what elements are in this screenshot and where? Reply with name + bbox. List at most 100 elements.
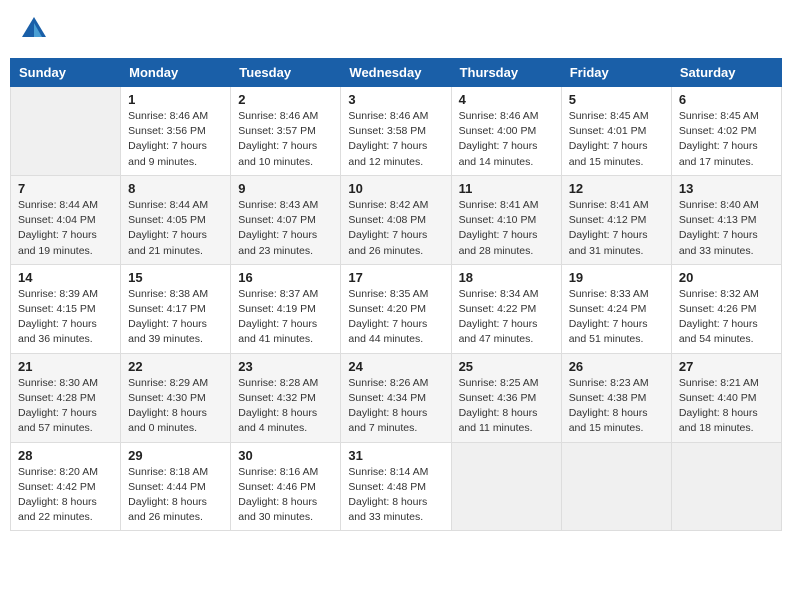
calendar-cell (561, 442, 671, 531)
calendar-cell (11, 87, 121, 176)
day-number: 8 (128, 181, 223, 196)
day-number: 15 (128, 270, 223, 285)
calendar-cell: 12 Sunrise: 8:41 AMSunset: 4:12 PMDayligh… (561, 175, 671, 264)
calendar-cell: 21Sunrise: 8:30 AMSunset: 4:28 PMDayligh… (11, 353, 121, 442)
calendar-cell: 6 Sunrise: 8:45 AMSunset: 4:02 PMDaylight… (671, 87, 781, 176)
day-info: Sunrise: 8:38 AMSunset: 4:17 PMDaylight:… (128, 287, 223, 348)
day-info: Sunrise: 8:45 AMSunset: 4:02 PMDaylight:… (679, 109, 774, 170)
day-info: Sunrise: 8:44 AMSunset: 4:04 PMDaylight:… (18, 198, 113, 259)
logo (20, 15, 50, 43)
calendar-week-row: 28 Sunrise: 8:20 AMSunset: 4:42 PMDayligh… (11, 442, 782, 531)
day-number: 3 (348, 92, 443, 107)
weekday-header: Saturday (671, 59, 781, 87)
calendar-cell: 27Sunrise: 8:21 AMSunset: 4:40 PMDayligh… (671, 353, 781, 442)
day-number: 6 (679, 92, 774, 107)
calendar-cell: 10 Sunrise: 8:42 AMSunset: 4:08 PMDayligh… (341, 175, 451, 264)
day-info: Sunrise: 8:42 AMSunset: 4:08 PMDaylight:… (348, 198, 443, 259)
calendar-cell: 30 Sunrise: 8:16 AMSunset: 4:46 PMDayligh… (231, 442, 341, 531)
day-info: Sunrise: 8:29 AMSunset: 4:30 PMDaylight:… (128, 376, 223, 437)
day-info: Sunrise: 8:16 AMSunset: 4:46 PMDaylight:… (238, 465, 333, 526)
calendar-cell: 7 Sunrise: 8:44 AMSunset: 4:04 PMDaylight… (11, 175, 121, 264)
calendar-cell: 13 Sunrise: 8:40 AMSunset: 4:13 PMDayligh… (671, 175, 781, 264)
weekday-row: SundayMondayTuesdayWednesdayThursdayFrid… (11, 59, 782, 87)
day-number: 30 (238, 448, 333, 463)
day-number: 28 (18, 448, 113, 463)
calendar-week-row: 1 Sunrise: 8:46 AMSunset: 3:56 PMDaylight… (11, 87, 782, 176)
day-info: Sunrise: 8:46 AMSunset: 3:56 PMDaylight:… (128, 109, 223, 170)
weekday-header: Monday (121, 59, 231, 87)
day-number: 11 (459, 181, 554, 196)
day-info: Sunrise: 8:46 AMSunset: 3:57 PMDaylight:… (238, 109, 333, 170)
day-number: 21 (18, 359, 113, 374)
weekday-header: Thursday (451, 59, 561, 87)
day-number: 14 (18, 270, 113, 285)
day-info: Sunrise: 8:23 AMSunset: 4:38 PMDaylight:… (569, 376, 664, 437)
day-number: 23 (238, 359, 333, 374)
calendar-cell: 26Sunrise: 8:23 AMSunset: 4:38 PMDayligh… (561, 353, 671, 442)
weekday-header: Tuesday (231, 59, 341, 87)
day-info: Sunrise: 8:41 AMSunset: 4:10 PMDaylight:… (459, 198, 554, 259)
calendar-cell: 11 Sunrise: 8:41 AMSunset: 4:10 PMDayligh… (451, 175, 561, 264)
day-info: Sunrise: 8:41 AMSunset: 4:12 PMDaylight:… (569, 198, 664, 259)
weekday-header: Wednesday (341, 59, 451, 87)
calendar-cell: 28 Sunrise: 8:20 AMSunset: 4:42 PMDayligh… (11, 442, 121, 531)
day-info: Sunrise: 8:33 AMSunset: 4:24 PMDaylight:… (569, 287, 664, 348)
day-number: 24 (348, 359, 443, 374)
calendar-week-row: 14 Sunrise: 8:39 AMSunset: 4:15 PMDayligh… (11, 264, 782, 353)
calendar-cell: 16Sunrise: 8:37 AMSunset: 4:19 PMDayligh… (231, 264, 341, 353)
day-info: Sunrise: 8:26 AMSunset: 4:34 PMDaylight:… (348, 376, 443, 437)
calendar-cell: 2 Sunrise: 8:46 AMSunset: 3:57 PMDaylight… (231, 87, 341, 176)
calendar-cell (451, 442, 561, 531)
day-info: Sunrise: 8:46 AMSunset: 3:58 PMDaylight:… (348, 109, 443, 170)
day-info: Sunrise: 8:28 AMSunset: 4:32 PMDaylight:… (238, 376, 333, 437)
day-info: Sunrise: 8:14 AMSunset: 4:48 PMDaylight:… (348, 465, 443, 526)
calendar-cell: 18Sunrise: 8:34 AMSunset: 4:22 PMDayligh… (451, 264, 561, 353)
day-number: 17 (348, 270, 443, 285)
calendar-cell: 14 Sunrise: 8:39 AMSunset: 4:15 PMDayligh… (11, 264, 121, 353)
calendar-cell: 20 Sunrise: 8:32 AMSunset: 4:26 PMDayligh… (671, 264, 781, 353)
calendar-cell: 22 Sunrise: 8:29 AMSunset: 4:30 PMDayligh… (121, 353, 231, 442)
day-number: 9 (238, 181, 333, 196)
day-number: 25 (459, 359, 554, 374)
day-number: 7 (18, 181, 113, 196)
day-info: Sunrise: 8:46 AMSunset: 4:00 PMDaylight:… (459, 109, 554, 170)
day-number: 5 (569, 92, 664, 107)
calendar-cell: 3 Sunrise: 8:46 AMSunset: 3:58 PMDaylight… (341, 87, 451, 176)
calendar-cell: 31 Sunrise: 8:14 AMSunset: 4:48 PMDayligh… (341, 442, 451, 531)
day-number: 10 (348, 181, 443, 196)
day-number: 19 (569, 270, 664, 285)
day-number: 12 (569, 181, 664, 196)
weekday-header: Friday (561, 59, 671, 87)
calendar-table: SundayMondayTuesdayWednesdayThursdayFrid… (10, 58, 782, 531)
calendar-cell: 4Sunrise: 8:46 AMSunset: 4:00 PMDaylight… (451, 87, 561, 176)
day-number: 31 (348, 448, 443, 463)
day-number: 22 (128, 359, 223, 374)
day-info: Sunrise: 8:40 AMSunset: 4:13 PMDaylight:… (679, 198, 774, 259)
day-info: Sunrise: 8:39 AMSunset: 4:15 PMDaylight:… (18, 287, 113, 348)
day-number: 20 (679, 270, 774, 285)
calendar-cell: 17Sunrise: 8:35 AMSunset: 4:20 PMDayligh… (341, 264, 451, 353)
day-number: 2 (238, 92, 333, 107)
day-info: Sunrise: 8:21 AMSunset: 4:40 PMDaylight:… (679, 376, 774, 437)
calendar-body: 1 Sunrise: 8:46 AMSunset: 3:56 PMDaylight… (11, 87, 782, 531)
day-info: Sunrise: 8:32 AMSunset: 4:26 PMDaylight:… (679, 287, 774, 348)
calendar-cell: 29 Sunrise: 8:18 AMSunset: 4:44 PMDayligh… (121, 442, 231, 531)
day-number: 13 (679, 181, 774, 196)
calendar-cell: 5Sunrise: 8:45 AMSunset: 4:01 PMDaylight… (561, 87, 671, 176)
weekday-header: Sunday (11, 59, 121, 87)
day-info: Sunrise: 8:20 AMSunset: 4:42 PMDaylight:… (18, 465, 113, 526)
day-number: 29 (128, 448, 223, 463)
day-info: Sunrise: 8:25 AMSunset: 4:36 PMDaylight:… (459, 376, 554, 437)
day-number: 16 (238, 270, 333, 285)
day-info: Sunrise: 8:18 AMSunset: 4:44 PMDaylight:… (128, 465, 223, 526)
calendar-week-row: 21Sunrise: 8:30 AMSunset: 4:28 PMDayligh… (11, 353, 782, 442)
calendar-cell: 8Sunrise: 8:44 AMSunset: 4:05 PMDaylight… (121, 175, 231, 264)
day-number: 1 (128, 92, 223, 107)
calendar-cell: 15 Sunrise: 8:38 AMSunset: 4:17 PMDayligh… (121, 264, 231, 353)
day-info: Sunrise: 8:43 AMSunset: 4:07 PMDaylight:… (238, 198, 333, 259)
day-info: Sunrise: 8:34 AMSunset: 4:22 PMDaylight:… (459, 287, 554, 348)
calendar-header: SundayMondayTuesdayWednesdayThursdayFrid… (11, 59, 782, 87)
calendar-cell (671, 442, 781, 531)
calendar-cell: 24 Sunrise: 8:26 AMSunset: 4:34 PMDayligh… (341, 353, 451, 442)
page-header (10, 10, 782, 48)
